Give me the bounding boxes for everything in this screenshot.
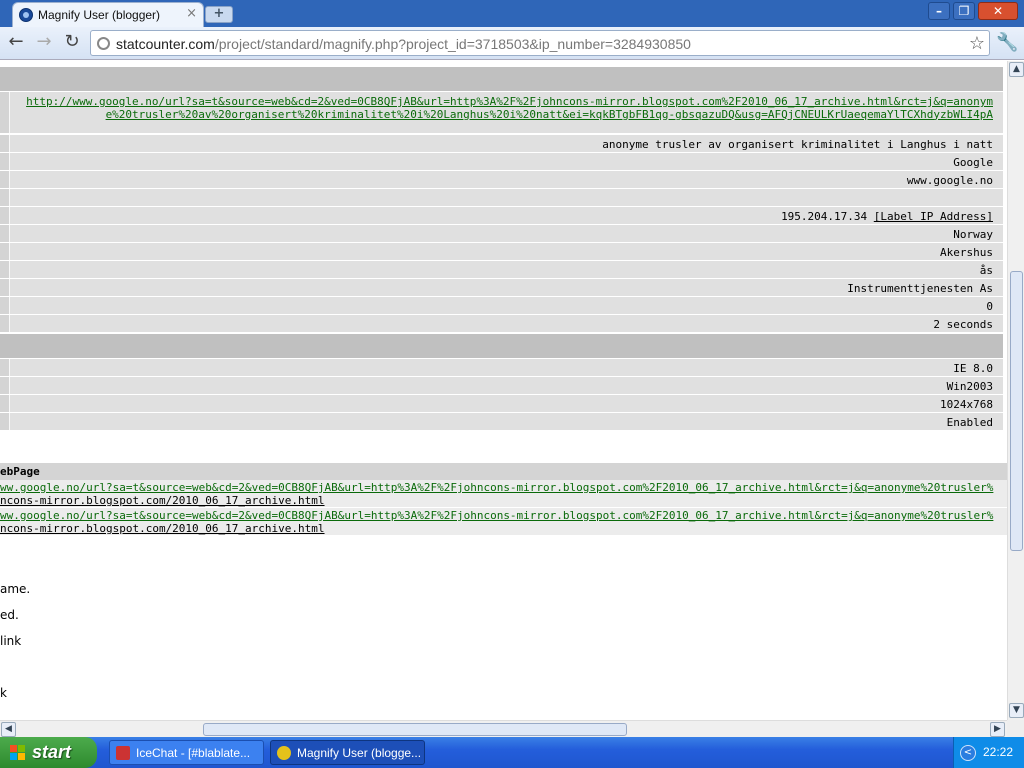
ip-address-value: 195.204.17.34 (781, 210, 868, 223)
browser-toolbar: ← → ↻ statcounter.com/project/standard/m… (0, 27, 1024, 60)
vertical-scrollbar[interactable]: ▲ ▼ (1007, 61, 1024, 720)
section-band-system (0, 334, 1003, 358)
returning-visits-value: 0 (986, 300, 993, 313)
minimize-button[interactable]: – (928, 2, 950, 20)
country-value: Norway (953, 228, 993, 241)
city-value: ås (979, 264, 993, 277)
note-text: link (0, 634, 22, 648)
reload-button[interactable]: ↻ (61, 33, 83, 53)
row-returning-visits: 0 (0, 297, 1003, 315)
resolution-value: 1024x768 (940, 398, 993, 411)
row-ip-address: 195.204.17.34 [Label IP Address] (0, 207, 1003, 225)
isp-value: Instrumenttjenesten As (847, 282, 993, 295)
close-tab-icon[interactable]: × (186, 6, 197, 21)
row-browser: IE 8.0 (0, 359, 1003, 377)
referring-link[interactable]: http://www.google.no/url?sa=t&source=web… (20, 95, 993, 121)
os-value: Win2003 (946, 380, 993, 393)
row-region: Akershus (0, 243, 1003, 261)
webpage-page-link[interactable]: ncons-mirror.blogspot.com/2010_06_17_arc… (0, 522, 325, 535)
note-text: k (0, 686, 7, 700)
webpage-row: ww.google.no/url?sa=t&source=web&cd=2&ve… (0, 508, 1007, 536)
search-engine-value: Google (953, 156, 993, 169)
search-host-value: www.google.no (906, 174, 993, 187)
search-words-value: anonyme trusler av organisert kriminalit… (602, 138, 993, 151)
start-button[interactable]: start (0, 737, 97, 768)
url-path: /project/standard/magnify.php?project_id… (214, 36, 691, 52)
ip-address-cell: 195.204.17.34 [Label IP Address] (781, 210, 993, 223)
bookmark-star-icon[interactable]: ☆ (969, 33, 985, 54)
new-tab-button[interactable]: + (205, 6, 233, 23)
url-host: statcounter.com (116, 36, 215, 52)
row-resolution: 1024x768 (0, 395, 1003, 413)
scroll-up-icon[interactable]: ▲ (1009, 62, 1024, 77)
page-content: http://www.google.no/url?sa=t&source=web… (0, 61, 1007, 720)
row-visit-length: 2 seconds (0, 315, 1003, 333)
vertical-scroll-thumb[interactable] (1010, 271, 1023, 551)
chrome-icon (277, 746, 291, 760)
row-search-engine: Google (0, 153, 1003, 171)
restore-button[interactable]: ❐ (953, 2, 975, 20)
section-band-visit (0, 67, 1003, 91)
webpage-page-link[interactable]: ncons-mirror.blogspot.com/2010_06_17_arc… (0, 494, 325, 507)
taskbar-item-label: IceChat - [#blablate... (136, 746, 251, 760)
webpage-referrer-link[interactable]: ww.google.no/url?sa=t&source=web&cd=2&ve… (0, 481, 993, 494)
screen: Magnify User (blogger) × + – ❐ ✕ ← → ↻ s… (0, 0, 1024, 768)
close-window-button[interactable]: ✕ (978, 2, 1018, 20)
clock[interactable]: 22:22 (983, 745, 1013, 759)
taskbar: start IceChat - [#blablate... Magnify Us… (0, 737, 1024, 768)
region-value: Akershus (940, 246, 993, 259)
label-ip-address-link[interactable]: [Label IP Address] (874, 210, 993, 223)
back-button[interactable]: ← (5, 33, 27, 53)
wrench-menu-icon[interactable]: 🔧 (996, 32, 1018, 53)
scroll-left-icon[interactable]: ◀ (1, 722, 16, 737)
icechat-icon (116, 746, 130, 760)
javascript-value: Enabled (946, 416, 993, 429)
taskbar-item-icechat[interactable]: IceChat - [#blablate... (109, 740, 264, 765)
row-isp: Instrumenttjenesten As (0, 279, 1003, 297)
address-url[interactable]: statcounter.com/project/standard/magnify… (116, 36, 691, 52)
note-text: ed. (0, 608, 19, 622)
browser-value: IE 8.0 (953, 362, 993, 375)
webpage-row: ww.google.no/url?sa=t&source=web&cd=2&ve… (0, 480, 1007, 508)
show-hidden-icons-icon[interactable]: < (960, 745, 976, 761)
note-text: ame. (0, 582, 31, 596)
windows-logo-icon (10, 745, 26, 761)
start-label: start (32, 742, 72, 762)
browser-tab[interactable]: Magnify User (blogger) × (12, 2, 204, 27)
tab-title: Magnify User (blogger) (38, 8, 161, 22)
row-search-words: anonyme trusler av organisert kriminalit… (0, 135, 1003, 153)
row-os: Win2003 (0, 377, 1003, 395)
row-referring-link: http://www.google.no/url?sa=t&source=web… (0, 92, 1003, 134)
row-search-host: www.google.no (0, 171, 1003, 189)
system-tray: < 22:22 (953, 737, 1024, 768)
globe-icon (97, 37, 110, 50)
title-bar: Magnify User (blogger) × + – ❐ ✕ (0, 0, 1024, 27)
horizontal-scrollbar[interactable]: ◀ ▶ (0, 720, 1007, 737)
taskbar-item-label: Magnify User (blogge... (297, 746, 422, 760)
webpage-referrer-link[interactable]: ww.google.no/url?sa=t&source=web&cd=2&ve… (0, 509, 993, 522)
scroll-right-icon[interactable]: ▶ (990, 722, 1005, 737)
statcounter-favicon-icon (19, 8, 33, 22)
taskbar-item-chrome[interactable]: Magnify User (blogge... (270, 740, 425, 765)
row-javascript: Enabled (0, 413, 1003, 431)
webpage-header: ebPage (0, 463, 1007, 480)
row-city: ås (0, 261, 1003, 279)
horizontal-scroll-thumb[interactable] (203, 723, 627, 736)
address-bar[interactable]: statcounter.com/project/standard/magnify… (90, 30, 990, 56)
row-country: Norway (0, 225, 1003, 243)
forward-button[interactable]: → (33, 33, 55, 53)
scroll-down-icon[interactable]: ▼ (1009, 703, 1024, 718)
visit-length-value: 2 seconds (933, 318, 993, 331)
scrollbar-corner (1007, 720, 1024, 737)
row-empty (0, 189, 1003, 207)
